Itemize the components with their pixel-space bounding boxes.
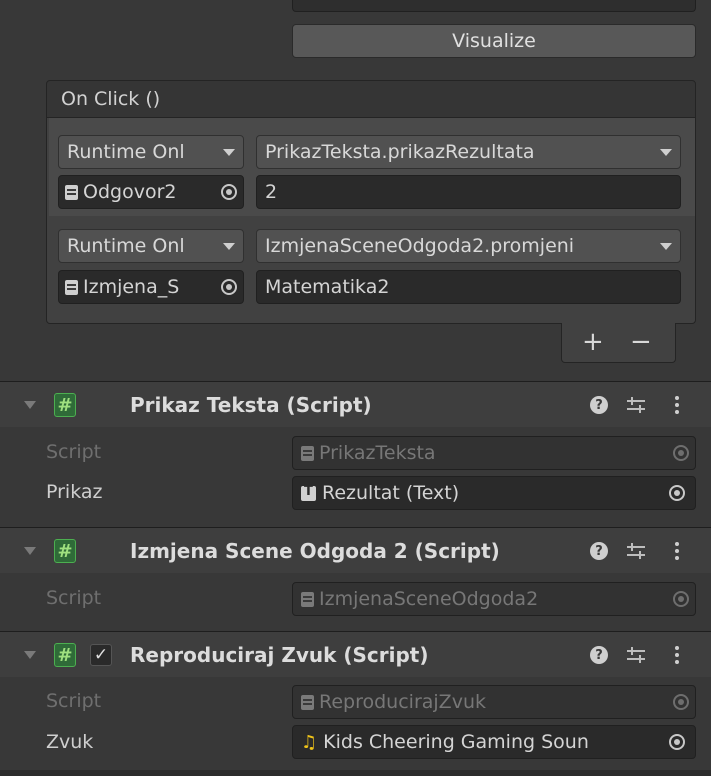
- help-icon[interactable]: ?: [590, 396, 608, 414]
- script-reference-field: PrikazTeksta: [292, 436, 696, 470]
- chevron-down-icon: [223, 149, 235, 156]
- component-header-reproduciraj-zvuk[interactable]: # ✓ Reproduciraj Zvuk (Script) ?: [0, 631, 711, 677]
- script-reference-field: ReproducirajZvuk: [292, 685, 696, 719]
- foldout-arrow-icon[interactable]: [24, 651, 36, 659]
- event-2-function-dropdown[interactable]: IzmjenaSceneOdgoda2.promjeni: [256, 229, 681, 263]
- object-picker-icon[interactable]: [669, 485, 685, 501]
- audio-clip-icon: ♫: [301, 731, 318, 753]
- field-label-zvuk: Zvuk: [46, 731, 94, 753]
- zvuk-audio-clip-field[interactable]: ♫ Kids Cheering Gaming Soun: [292, 725, 696, 759]
- event-1-object-field[interactable]: Odgovor2: [58, 175, 244, 209]
- more-options-icon[interactable]: [675, 396, 679, 414]
- event-1-function-dropdown[interactable]: PrikazTeksta.prikazRezultata: [256, 135, 681, 169]
- event-1-argument-field[interactable]: 2: [256, 175, 681, 209]
- foldout-arrow-icon[interactable]: [24, 547, 36, 555]
- object-picker-icon: [673, 591, 689, 607]
- chevron-down-icon: [660, 243, 672, 250]
- component-header-prikaz-teksta[interactable]: # Prikaz Teksta (Script) ?: [0, 381, 711, 427]
- object-picker-icon[interactable]: [669, 734, 685, 750]
- more-options-icon[interactable]: [675, 542, 679, 560]
- component-enabled-checkbox[interactable]: ✓: [90, 644, 112, 666]
- object-picker-icon[interactable]: [221, 279, 237, 295]
- component-header-izmjena-scene[interactable]: # Izmjena Scene Odgoda 2 (Script) ?: [0, 527, 711, 573]
- script-file-icon: [301, 445, 314, 461]
- field-label-prikaz: Prikaz: [46, 481, 103, 503]
- text-component-icon: [301, 484, 316, 501]
- field-label-script: Script: [46, 441, 102, 463]
- chevron-down-icon: [660, 149, 672, 156]
- presets-icon[interactable]: [627, 542, 645, 560]
- chevron-down-icon: [223, 243, 235, 250]
- component-title: Prikaz Teksta (Script): [130, 393, 372, 417]
- foldout-arrow-icon[interactable]: [24, 401, 36, 409]
- help-icon[interactable]: ?: [590, 646, 608, 664]
- event-2-object-field[interactable]: Izmjena_S: [58, 270, 244, 304]
- prikaz-object-field[interactable]: Rezultat (Text): [292, 476, 696, 510]
- component-title: Izmjena Scene Odgoda 2 (Script): [130, 539, 500, 563]
- csharp-script-icon: #: [54, 643, 76, 667]
- event-list-footer: + −: [561, 323, 676, 363]
- csharp-script-icon: #: [54, 539, 76, 563]
- presets-icon[interactable]: [627, 646, 645, 664]
- remove-event-button[interactable]: −: [630, 327, 652, 357]
- visualize-label: Visualize: [452, 30, 536, 52]
- script-file-icon: [301, 694, 314, 710]
- visualize-button[interactable]: Visualize: [292, 24, 696, 58]
- onclick-header: On Click (): [46, 80, 696, 118]
- script-file-icon: [301, 591, 314, 607]
- partial-field-top: [292, 0, 696, 12]
- bottom-divider: [0, 770, 711, 776]
- script-file-icon: [65, 184, 78, 200]
- help-icon[interactable]: ?: [590, 542, 608, 560]
- script-reference-field: IzmjenaSceneOdgoda2: [292, 582, 696, 616]
- component-title: Reproduciraj Zvuk (Script): [130, 643, 429, 667]
- object-picker-icon[interactable]: [221, 184, 237, 200]
- csharp-script-icon: #: [54, 393, 76, 417]
- field-label-script: Script: [46, 690, 102, 712]
- event-1-runtime-dropdown[interactable]: Runtime Onl: [58, 135, 244, 169]
- event-2-runtime-dropdown[interactable]: Runtime Onl: [58, 229, 244, 263]
- field-label-script: Script: [46, 587, 102, 609]
- object-picker-icon: [673, 445, 689, 461]
- object-picker-icon: [673, 694, 689, 710]
- onclick-title: On Click (): [61, 88, 161, 110]
- event-2-argument-field[interactable]: Matematika2: [256, 270, 681, 304]
- script-file-icon: [65, 279, 78, 295]
- more-options-icon[interactable]: [675, 646, 679, 664]
- presets-icon[interactable]: [627, 396, 645, 414]
- add-event-button[interactable]: +: [582, 327, 604, 357]
